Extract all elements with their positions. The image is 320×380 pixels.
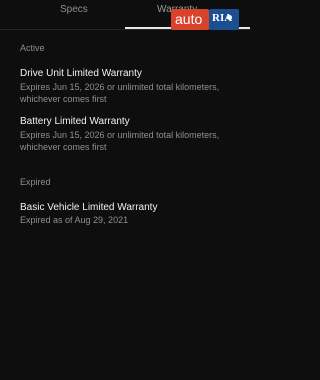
watermark-auto-block: auto	[171, 9, 209, 30]
warranty-subtitle: Expires Jun 15, 2026 or unlimited total …	[20, 130, 220, 152]
warranty-subtitle: Expires Jun 15, 2026 or unlimited total …	[20, 82, 220, 104]
section-label-expired: Expired	[20, 177, 51, 187]
warranty-title: Battery Limited Warranty	[20, 116, 130, 127]
warranty-title: Drive Unit Limited Warranty	[20, 68, 142, 79]
watermark-dot-icon	[227, 15, 232, 20]
warranty-subtitle: Expired as of Aug 29, 2021	[20, 215, 129, 225]
watermark-auto-text: auto	[175, 11, 203, 27]
warranty-title: Basic Vehicle Limited Warranty	[20, 202, 158, 213]
section-label-active: Active	[20, 43, 45, 53]
tab-specs[interactable]: Specs	[60, 4, 88, 15]
auto-ria-watermark-logo: auto RIA	[171, 9, 239, 30]
watermark-ria-block: RIA	[209, 9, 239, 30]
